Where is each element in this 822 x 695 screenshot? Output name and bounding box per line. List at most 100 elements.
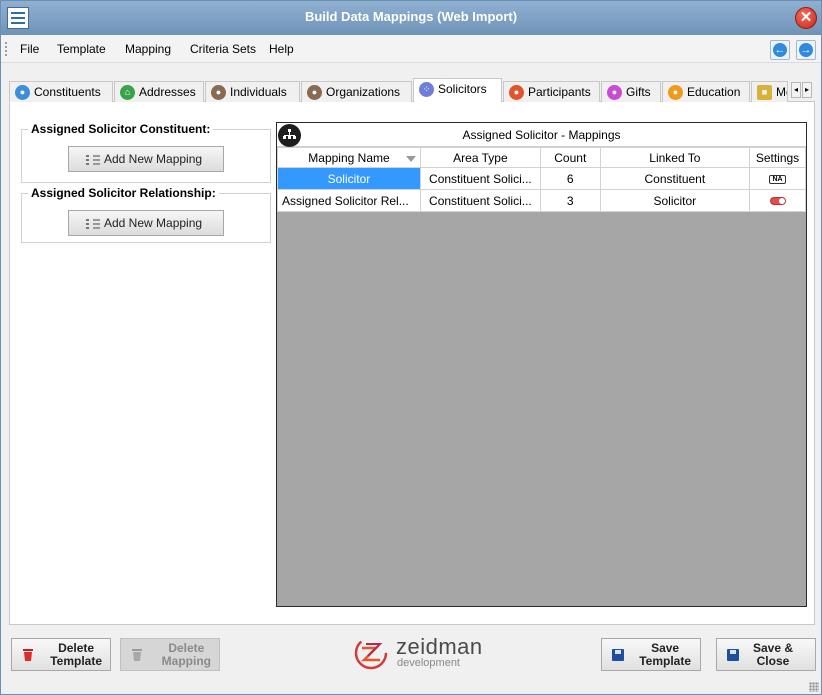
org-icon: ● [307,85,322,100]
cell-linked-to[interactable]: Constituent [599,167,751,190]
save-close-button[interactable]: Save & Close [716,638,816,671]
window-title: Build Data Mappings (Web Import) [304,9,518,24]
forward-button[interactable]: → [796,40,816,60]
menu-help[interactable]: Help [269,42,294,56]
button-label: Mapping [161,654,211,668]
save-template-button[interactable]: Save Template [601,638,701,671]
tab-label: Gifts [626,85,651,99]
cell-linked-to[interactable]: Solicitor [599,189,751,212]
people-icon: ● [15,85,30,100]
button-label: Add New Mapping [104,152,203,166]
arrow-left-icon: ← [773,43,787,57]
cell-count[interactable]: 6 [539,167,601,190]
zeidman-logo-icon [354,636,388,670]
tab-label: Me [776,85,787,99]
menu-grip-icon [5,42,8,56]
arrow-right-icon: → [799,43,813,57]
column-header-count[interactable]: Count [539,147,601,168]
tab-label: Constituents [34,85,101,99]
main-window: Build Data Mappings (Web Import) ✕ File … [0,0,822,695]
hierarchy-icon [278,124,301,147]
button-label: Save [651,641,680,655]
cell-area-type[interactable]: Constituent Solici... [419,189,541,212]
person-icon: ● [211,85,226,100]
button-label: Template [639,654,691,668]
button-label: Add New Mapping [104,216,203,230]
gift-icon: ● [607,85,622,100]
add-new-mapping-constituent-button[interactable]: Add New Mapping [68,146,224,172]
solicitors-panel: Assigned Solicitor Constituent: Add New … [9,102,815,625]
tab-constituents[interactable]: ● Constituents [9,81,113,102]
button-label: Delete [168,641,205,655]
add-list-icon [86,154,100,165]
grid-title: Assigned Solicitor - Mappings [462,128,621,142]
tab-scroll-right-button[interactable]: ▸ [802,82,812,98]
tab-individuals[interactable]: ● Individuals [205,81,300,102]
bottom-bar: Delete Template Delete Mapping zeidman dev… [1,631,821,694]
table-row[interactable]: Assigned Solicitor Rel... Constituent So… [277,189,806,212]
tab-participants[interactable]: ● Participants [503,81,600,102]
tab-label: Education [687,85,741,99]
delete-mapping-button[interactable]: Delete Mapping [120,638,220,671]
grid-caption: Assigned Solicitor - Mappings [277,123,806,147]
mappings-table: Mapping Name Area Type Count Linked To S… [277,147,806,212]
button-label: Template [50,654,102,668]
cell-settings[interactable] [749,189,806,212]
tab-education[interactable]: ● Education [662,81,750,102]
crowd-icon: ● [509,85,524,100]
column-header-area-type[interactable]: Area Type [419,147,541,168]
menu-bar: File Template Mapping Criteria Sets Help… [1,35,821,63]
tab-me[interactable]: ■ Me [751,81,788,102]
group-title: Assigned Solicitor Constituent: [28,122,214,136]
menu-criteria-sets[interactable]: Criteria Sets [190,42,256,56]
group-title: Assigned Solicitor Relationship: [28,186,219,200]
toggle-on-icon[interactable] [769,197,786,206]
table-row[interactable]: Solicitor Constituent Solici... 6 Consti… [277,167,806,190]
button-label: Delete [58,641,95,655]
assigned-solicitor-constituent-group: Assigned Solicitor Constituent: Add New … [21,122,271,183]
tab-organizations[interactable]: ● Organizations [301,81,412,102]
cell-count[interactable]: 3 [539,189,601,212]
tab-solicitors[interactable]: ⁘ Solicitors [413,78,502,103]
cell-area-type[interactable]: Constituent Solici... [419,167,541,190]
logo-subtitle: development [397,657,460,669]
add-list-icon [86,218,100,229]
tab-gifts[interactable]: ● Gifts [601,81,661,102]
lock-icon: ■ [757,85,772,100]
back-button[interactable]: ← [770,40,790,60]
hierarchy-icon: ⁘ [419,82,434,97]
tab-scroll-left-button[interactable]: ◂ [791,82,801,98]
tab-label: Individuals [230,85,287,99]
na-badge-icon: NA [769,174,786,184]
resize-grip[interactable] [809,682,819,692]
tab-label: Solicitors [438,82,487,96]
menu-mapping[interactable]: Mapping [125,42,171,56]
cell-mapping-name[interactable]: Solicitor [277,167,421,190]
sort-arrow-icon[interactable] [405,156,416,162]
tab-bar: ● Constituents ⌂ Addresses ● Individuals… [9,78,815,103]
close-icon[interactable]: ✕ [795,7,817,29]
tab-label: Addresses [139,85,196,99]
column-header-settings[interactable]: Settings [749,147,806,168]
home-icon: ⌂ [120,85,135,100]
floppy-disk-icon [727,649,739,661]
trash-icon [23,649,33,661]
add-new-mapping-relationship-button[interactable]: Add New Mapping [68,210,224,236]
assigned-solicitor-relationship-group: Assigned Solicitor Relationship: Add New… [21,186,271,243]
button-label: Close [756,654,790,668]
delete-template-button[interactable]: Delete Template [11,638,111,671]
menu-template[interactable]: Template [57,42,106,56]
tab-addresses[interactable]: ⌂ Addresses [114,81,204,102]
floppy-disk-icon [612,649,624,661]
button-label: Save & [752,641,793,655]
mappings-grid: Assigned Solicitor - Mappings Mapping Na… [276,122,807,607]
cell-settings[interactable]: NA [749,167,806,190]
education-icon: ● [668,85,683,100]
column-header-mapping-name[interactable]: Mapping Name [277,147,421,168]
cell-mapping-name[interactable]: Assigned Solicitor Rel... [277,189,421,212]
column-header-linked-to[interactable]: Linked To [599,147,751,168]
table-header-row: Mapping Name Area Type Count Linked To S… [277,147,806,168]
tab-label: Organizations [326,85,401,99]
menu-file[interactable]: File [20,42,39,56]
tab-label: Participants [528,85,591,99]
